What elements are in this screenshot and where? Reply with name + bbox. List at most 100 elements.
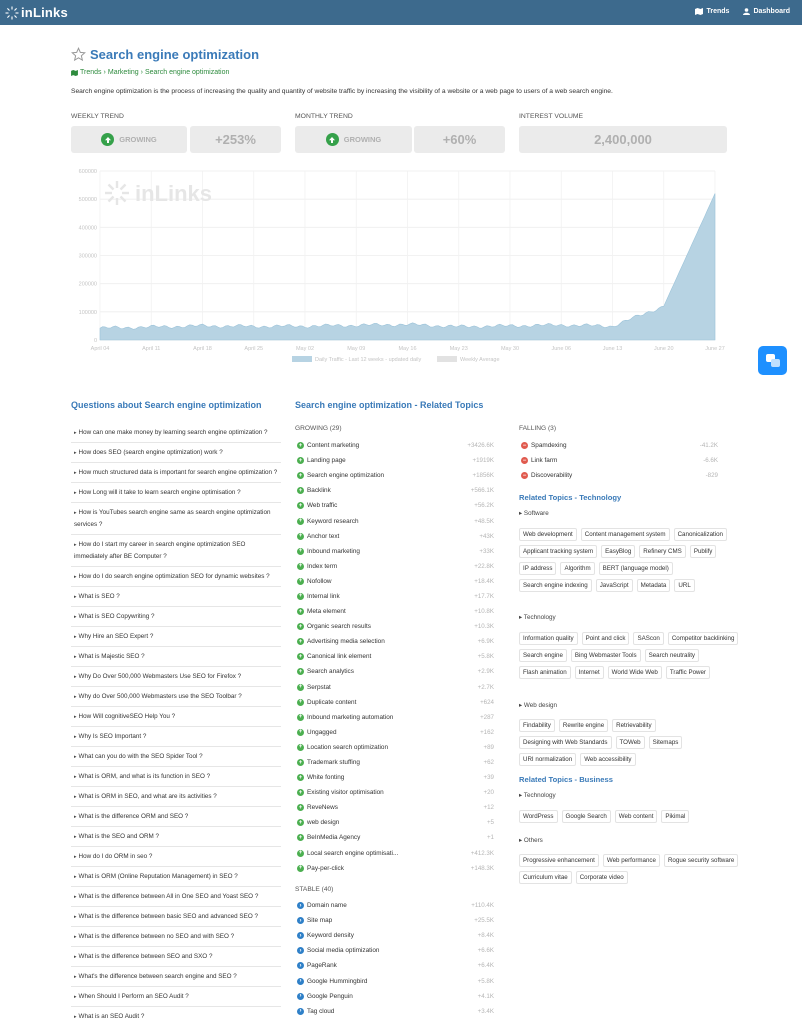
topic-tag[interactable]: Metadata [636, 579, 671, 592]
nav-dashboard[interactable]: Dashboard [743, 8, 790, 15]
topic-tag[interactable]: WordPress [519, 810, 558, 823]
topic-tag[interactable]: Bing Webmaster Tools [570, 649, 641, 662]
topic-item[interactable]: + Local search engine optimisati... +412.3… [297, 846, 494, 861]
question-item[interactable]: ▸ What's the difference between search en… [71, 967, 281, 987]
topic-tag[interactable]: Traffic Power [665, 666, 710, 679]
topic-tag[interactable]: Flash animation [519, 666, 571, 679]
breadcrumb-marketing[interactable]: Marketing [108, 69, 139, 76]
topic-item[interactable]: › Google Hummingbird +5.8K [297, 973, 494, 988]
topic-item[interactable]: + Trademark stuffing +62 [297, 755, 494, 770]
topic-item[interactable]: + Search analytics +2.9K [297, 664, 494, 679]
topic-item[interactable]: + Organic search results +10.3K [297, 619, 494, 634]
topic-item[interactable]: + Advertising media selection +6.9K [297, 634, 494, 649]
topic-item[interactable]: + Anchor text +43K [297, 529, 494, 544]
question-item[interactable]: ▸ What is the difference between basic SE… [71, 907, 281, 927]
question-item[interactable]: ▸ What is the difference ORM and SEO ? [71, 807, 281, 827]
question-item[interactable]: ▸ What is the difference between SEO and … [71, 947, 281, 967]
topic-item[interactable]: › Google Penguin +4.1K [297, 989, 494, 1004]
topic-tag[interactable]: IP address [519, 562, 557, 575]
inlinks-logo[interactable]: inLinks [5, 5, 68, 20]
topic-tag[interactable]: Retrievability [612, 719, 656, 732]
topic-tag[interactable]: BERT (language model) [598, 562, 673, 575]
topic-tag[interactable]: Content management system [580, 528, 670, 541]
topic-tag[interactable]: Publify [689, 545, 717, 558]
question-item[interactable]: ▸ What can you do with the SEO Spider Too… [71, 747, 281, 767]
question-item[interactable]: ▸ How is YouTubes search engine same as s… [71, 503, 281, 535]
topic-tag[interactable]: Algorithm [560, 562, 595, 575]
question-item[interactable]: ▸ What is the SEO and ORM ? [71, 827, 281, 847]
topic-item[interactable]: + Existing visitor optimisation +20 [297, 785, 494, 800]
topic-item[interactable]: + Content marketing +3426.6K [297, 438, 494, 453]
question-item[interactable]: ▸ What is SEO ? [71, 587, 281, 607]
question-item[interactable]: ▸ Why Hire an SEO Expert ? [71, 627, 281, 647]
topic-tag[interactable]: Rewrite engine [558, 719, 609, 732]
topic-tag[interactable]: Findability [519, 719, 555, 732]
question-item[interactable]: ▸ Why Do Over 500,000 Webmasters Use SEO … [71, 667, 281, 687]
question-item[interactable]: ▸ How Long will it take to learn search e… [71, 483, 281, 503]
question-item[interactable]: ▸ How can one make money by learning sear… [71, 423, 281, 443]
chat-button[interactable] [758, 346, 787, 375]
topic-item[interactable]: + Inbound marketing +33K [297, 544, 494, 559]
breadcrumb-current[interactable]: Search engine optimization [145, 69, 229, 76]
topic-tag[interactable]: Curriculum vitae [519, 871, 572, 884]
question-item[interactable]: ▸ How do I do ORM in seo ? [71, 847, 281, 867]
question-item[interactable]: ▸ What is SEO Copywriting ? [71, 607, 281, 627]
topic-item[interactable]: + Nofollow +18.4K [297, 574, 494, 589]
topic-tag[interactable]: Canonicalization [673, 528, 727, 541]
topic-item[interactable]: + Backlink +566.1K [297, 483, 494, 498]
topic-item[interactable]: › Social media optimization +6.6K [297, 943, 494, 958]
topic-item[interactable]: + Keyword research +48.5K [297, 513, 494, 528]
topic-tag[interactable]: Rogue security software [663, 854, 739, 867]
question-item[interactable]: ▸ What is ORM, and what is its function i… [71, 767, 281, 787]
breadcrumb-trends[interactable]: Trends [80, 69, 102, 76]
star-icon[interactable] [71, 47, 86, 62]
topic-item[interactable]: + Landing page +1919K [297, 453, 494, 468]
topic-item[interactable]: − Discoverability -829 [521, 468, 718, 483]
topic-tag[interactable]: Search engine [519, 649, 567, 662]
topic-tag[interactable]: SAScon [633, 632, 664, 645]
topic-tag[interactable]: Pikimal [661, 810, 690, 823]
question-item[interactable]: ▸ How Will cognitiveSEO Help You ? [71, 707, 281, 727]
topic-tag[interactable]: Google Search [561, 810, 611, 823]
question-item[interactable]: ▸ How much structured data is important f… [71, 463, 281, 483]
topic-item[interactable]: + Inbound marketing automation +287 [297, 710, 494, 725]
topic-item[interactable]: + Duplicate content +624 [297, 695, 494, 710]
topic-item[interactable]: › Keyword density +8.4K [297, 928, 494, 943]
question-item[interactable]: ▸ What is ORM in SEO, and what are its ac… [71, 787, 281, 807]
topic-tag[interactable]: Information quality [519, 632, 578, 645]
topic-tag[interactable]: Web development [519, 528, 577, 541]
topic-tag[interactable]: Web accessibility [580, 753, 636, 766]
topic-tag[interactable]: Sitemaps [648, 736, 683, 749]
topic-tag[interactable]: URI normalization [519, 753, 577, 766]
topic-item[interactable]: + Internal link +17.7K [297, 589, 494, 604]
topic-tag[interactable]: TOWeb [615, 736, 645, 749]
nav-trends[interactable]: Trends [695, 8, 729, 15]
topic-tag[interactable]: URL [674, 579, 695, 592]
topic-item[interactable]: + Serpstat +2.7K [297, 680, 494, 695]
question-item[interactable]: ▸ How does SEO (search engine optimizatio… [71, 443, 281, 463]
topic-item[interactable]: + Canonical link element +5.8K [297, 649, 494, 664]
topic-item[interactable]: › Site map +25.5K [297, 913, 494, 928]
question-item[interactable]: ▸ What is the difference between no SEO a… [71, 927, 281, 947]
topic-item[interactable]: + Location search optimization +89 [297, 740, 494, 755]
question-item[interactable]: ▸ What is the difference between All in O… [71, 887, 281, 907]
topic-tag[interactable]: Web performance [602, 854, 660, 867]
topic-item[interactable]: + Ungagged +162 [297, 725, 494, 740]
topic-tag[interactable]: Competitor backlinking [667, 632, 739, 645]
topic-tag[interactable]: Internet [574, 666, 604, 679]
topic-item[interactable]: + Search engine optimization +1856K [297, 468, 494, 483]
question-item[interactable]: ▸ What is ORM (Online Reputation Manageme… [71, 867, 281, 887]
topic-item[interactable]: + Web traffic +56.2K [297, 498, 494, 513]
topic-item[interactable]: + Pay-per-click +148.3K [297, 861, 494, 876]
topic-item[interactable]: − Link farm -6.6K [521, 453, 718, 468]
question-item[interactable]: ▸ When Should I Perform an SEO Audit ? [71, 987, 281, 1007]
topic-item[interactable]: › Tag cloud +3.4K [297, 1004, 494, 1019]
topic-item[interactable]: + White fonting +39 [297, 770, 494, 785]
topic-item[interactable]: + ReveNews +12 [297, 800, 494, 815]
topic-item[interactable]: › Domain name +110.4K [297, 898, 494, 913]
topic-tag[interactable]: Progressive enhancement [519, 854, 599, 867]
topic-tag[interactable]: Designing with Web Standards [519, 736, 612, 749]
topic-tag[interactable]: Point and click [581, 632, 630, 645]
question-item[interactable]: ▸ How do I do search engine optimization … [71, 567, 281, 587]
topic-tag[interactable]: Refinery CMS [639, 545, 686, 558]
